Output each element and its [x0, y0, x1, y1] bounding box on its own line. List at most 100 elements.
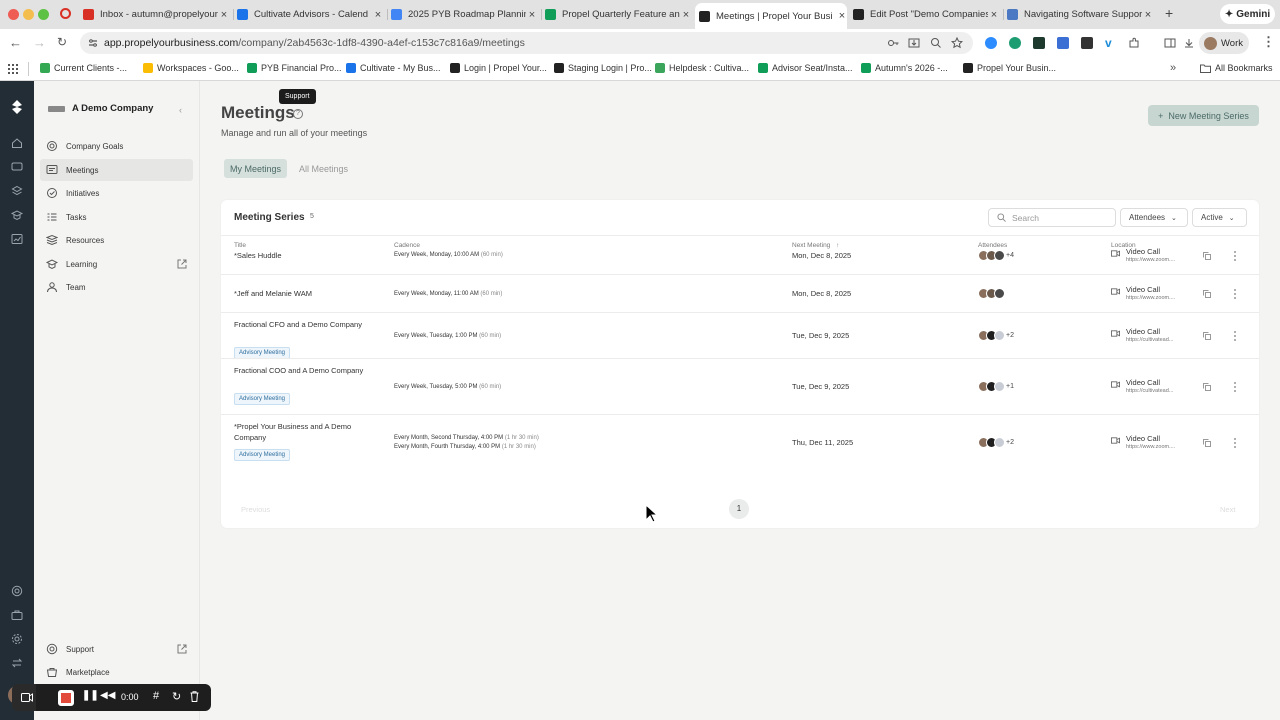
bookmark-item[interactable]: Propel Your Busin...: [963, 63, 1056, 73]
meeting-title[interactable]: Fractional CFO and a Demo Company: [234, 320, 374, 331]
tab-all-meetings[interactable]: All Meetings: [293, 159, 354, 178]
location-url[interactable]: https://cultivatead...: [1126, 336, 1173, 344]
bookmark-item[interactable]: Staging Login | Pro...: [554, 63, 652, 73]
table-row[interactable]: *Sales Huddle Every Week, Monday, 10:00 A…: [221, 235, 1259, 274]
reload-icon[interactable]: ↻: [57, 36, 67, 49]
academy-icon[interactable]: [11, 209, 23, 221]
bookmark-item[interactable]: Login | Propel Your...: [450, 63, 547, 73]
bookmark-item[interactable]: PYB Financial Pro...: [247, 63, 342, 73]
meeting-title[interactable]: *Sales Huddle: [234, 251, 374, 262]
search-input[interactable]: Search: [988, 208, 1116, 227]
location-cell[interactable]: Video Call https://www.zoom....: [1111, 434, 1175, 451]
location-url[interactable]: https://www.zoom....: [1126, 256, 1175, 264]
address-bar[interactable]: app.propelyourbusiness.com/company/2ab45…: [80, 32, 973, 54]
next-page-button[interactable]: Next: [1220, 505, 1235, 514]
bookmark-item[interactable]: Helpdesk : Cultiva...: [655, 63, 749, 73]
trash-icon[interactable]: [190, 691, 199, 702]
extensions-puzzle-icon[interactable]: [1128, 37, 1140, 49]
side-panel-icon[interactable]: [1164, 37, 1176, 49]
sidebar-item-learning[interactable]: Learning: [40, 253, 193, 275]
row-menu-icon[interactable]: [1233, 437, 1237, 449]
browser-tab[interactable]: Inbox - autumn@propelyour ×: [83, 4, 229, 25]
attendees-filter[interactable]: Attendees ⌄: [1120, 208, 1188, 227]
new-meeting-series-button[interactable]: + New Meeting Series: [1148, 105, 1259, 126]
sidebar-item-resources[interactable]: Resources: [40, 229, 193, 251]
extension-icon[interactable]: [1081, 37, 1093, 49]
briefcase-icon[interactable]: [11, 609, 23, 621]
location-url[interactable]: https://www.zoom....: [1126, 294, 1175, 302]
browser-menu-icon[interactable]: ⋮: [1262, 35, 1275, 48]
sidebar-item-team[interactable]: Team: [40, 276, 193, 298]
zoom-extension-icon[interactable]: [985, 37, 997, 49]
close-tab-icon[interactable]: ×: [989, 9, 999, 21]
pause-icon[interactable]: ❚❚: [82, 690, 99, 701]
status-filter[interactable]: Active ⌄: [1192, 208, 1247, 227]
table-row[interactable]: Fractional COO and A Demo Company Advisor…: [221, 358, 1259, 414]
table-row[interactable]: Fractional CFO and a Demo Company Advisor…: [221, 312, 1259, 359]
tab-my-meetings[interactable]: My Meetings: [224, 159, 288, 178]
browser-tab[interactable]: Edit Post "Demo Companies ×: [853, 4, 999, 25]
location-cell[interactable]: Video Call https://cultivatead...: [1111, 327, 1173, 344]
messages-icon[interactable]: [11, 161, 23, 173]
copy-link-icon[interactable]: [1203, 251, 1211, 260]
attendee-avatars[interactable]: [978, 288, 1005, 299]
browser-tab[interactable]: Meetings | Propel Your Busi ×: [695, 3, 847, 29]
table-row[interactable]: *Propel Your Business and A Demo Company…: [221, 414, 1259, 470]
location-cell[interactable]: Video Call https://www.zoom....: [1111, 285, 1175, 302]
collapse-sidebar-icon[interactable]: ‹: [179, 105, 182, 115]
propel-logo-icon[interactable]: [9, 99, 25, 115]
install-app-icon[interactable]: [908, 37, 920, 49]
copy-link-icon[interactable]: [1203, 290, 1211, 298]
browser-tab[interactable]: Propel Quarterly Feature an ×: [545, 4, 691, 25]
browser-tab[interactable]: Cultivate Advisors - Calend ×: [237, 4, 383, 25]
attendee-avatars[interactable]: +2: [978, 330, 1014, 341]
copy-link-icon[interactable]: [1203, 383, 1211, 391]
row-menu-icon[interactable]: [1233, 288, 1237, 300]
minimize-window-button[interactable]: [23, 9, 34, 20]
profile-button[interactable]: Work: [1199, 32, 1249, 54]
home-icon[interactable]: [11, 137, 23, 149]
location-url[interactable]: https://www.zoom....: [1126, 443, 1175, 451]
bookmark-item[interactable]: Current Clients -...: [40, 63, 127, 73]
bookmark-item[interactable]: Advisor Seat/Insta...: [758, 63, 853, 73]
vimeo-extension-icon[interactable]: v: [1105, 36, 1112, 50]
location-cell[interactable]: Video Call https://www.zoom....: [1111, 247, 1175, 264]
zoom-icon[interactable]: [930, 37, 942, 49]
site-settings-icon[interactable]: [88, 38, 98, 48]
sidebar-item-support[interactable]: Support: [40, 638, 193, 660]
maximize-window-button[interactable]: [38, 9, 49, 20]
bookmark-item[interactable]: Cultivate - My Bus...: [346, 63, 441, 73]
bookmark-item[interactable]: Autumn's 2026 -...: [861, 63, 948, 73]
more-bookmarks-icon[interactable]: »: [1170, 62, 1176, 74]
location-cell[interactable]: Video Call https://cultivatead...: [1111, 378, 1173, 395]
close-tab-icon[interactable]: ×: [219, 9, 229, 21]
attendee-avatars[interactable]: +1: [978, 381, 1014, 392]
copy-link-icon[interactable]: [1203, 439, 1211, 447]
meeting-title[interactable]: Fractional COO and A Demo Company: [234, 366, 374, 377]
close-tab-icon[interactable]: ×: [1143, 9, 1153, 21]
layers-icon[interactable]: [11, 185, 23, 197]
previous-page-button[interactable]: Previous: [241, 505, 270, 514]
sidebar-item-marketplace[interactable]: Marketplace: [40, 661, 193, 683]
attendee-avatars[interactable]: +2: [978, 437, 1014, 448]
row-menu-icon[interactable]: [1233, 250, 1237, 262]
back-icon[interactable]: ←: [9, 36, 22, 49]
close-tab-icon[interactable]: ×: [681, 9, 691, 21]
settings-gear-icon[interactable]: [11, 633, 23, 645]
grammar-extension-icon[interactable]: [1009, 37, 1021, 49]
gemini-button[interactable]: ✦ Gemini: [1220, 4, 1275, 24]
new-tab-button[interactable]: +: [1165, 5, 1173, 21]
apps-grid-icon[interactable]: [8, 64, 18, 74]
row-menu-icon[interactable]: [1233, 381, 1237, 393]
close-tab-icon[interactable]: ×: [373, 9, 383, 21]
company-switcher[interactable]: A Demo Company: [48, 103, 153, 114]
location-url[interactable]: https://cultivatead...: [1126, 387, 1173, 395]
sidebar-item-initiatives[interactable]: Initiatives: [40, 182, 193, 204]
downloads-icon[interactable]: [1183, 37, 1195, 49]
restart-icon[interactable]: ↻: [172, 690, 181, 703]
help-circle-icon[interactable]: ?: [293, 109, 303, 119]
camera-icon[interactable]: [21, 693, 33, 702]
forward-icon[interactable]: →: [33, 36, 46, 49]
rewind-icon[interactable]: ◀◀: [100, 690, 115, 701]
copy-link-icon[interactable]: [1203, 332, 1211, 340]
